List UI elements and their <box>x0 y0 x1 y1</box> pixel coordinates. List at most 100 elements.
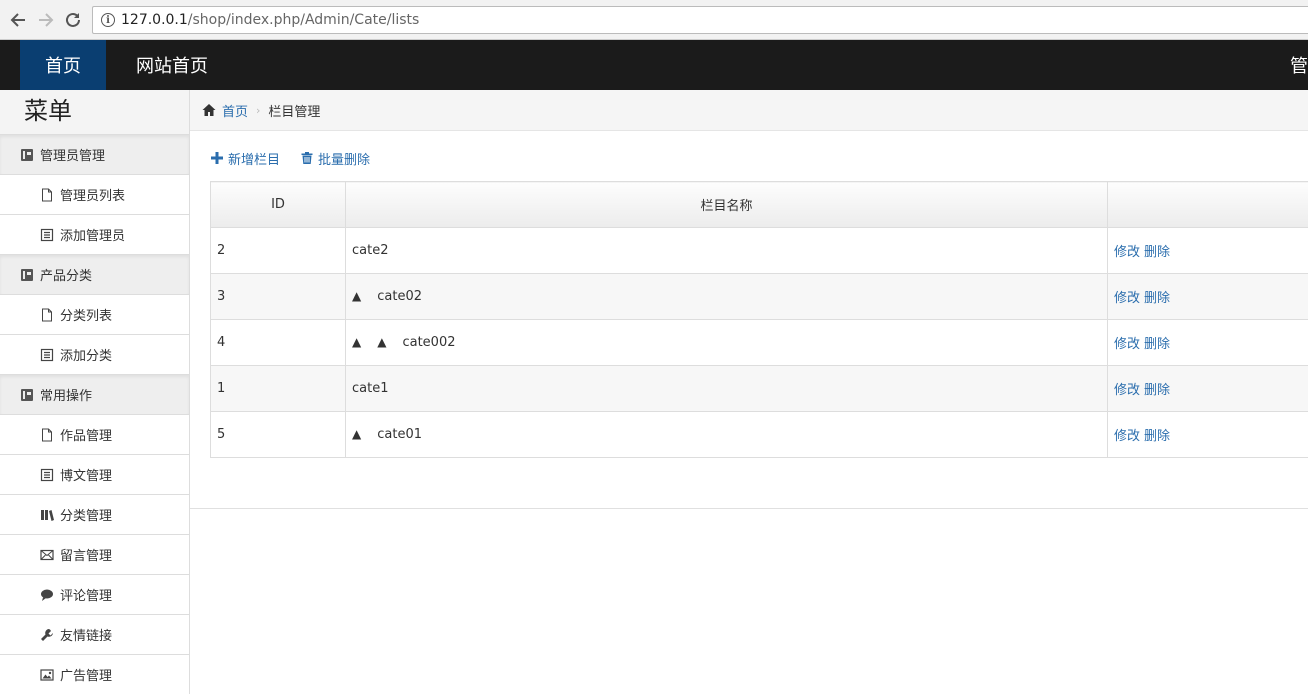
batch-delete-label: 批量删除 <box>318 152 371 168</box>
nav-admin[interactable]: 管 <box>1290 40 1308 90</box>
category-name: cate02 <box>377 289 422 304</box>
cell-ops: 修改 删除 <box>1107 319 1308 366</box>
sidebar-item[interactable]: 广告管理 <box>0 655 189 694</box>
category-name: cate01 <box>377 427 422 442</box>
level-marker: ▲ <box>352 289 362 303</box>
sidebar-item[interactable]: 评论管理 <box>0 575 189 615</box>
trash-icon <box>300 151 314 165</box>
delete-link[interactable]: 删除 <box>1144 245 1170 260</box>
sidebar-group-label: 常用操作 <box>40 389 93 404</box>
table-header-row: ID 栏目名称 <box>210 181 1308 228</box>
breadcrumb: 首页 › 栏目管理 <box>190 90 1308 131</box>
group-icon <box>20 268 34 282</box>
sidebar-item-label: 友情链接 <box>60 629 113 644</box>
category-name: cate1 <box>352 381 389 396</box>
file-icon <box>40 308 54 322</box>
sidebar-item-label: 博文管理 <box>60 469 113 484</box>
batch-delete-button[interactable]: 批量删除 <box>300 149 370 168</box>
list-icon <box>40 228 54 242</box>
cell-ops: 修改 删除 <box>1107 273 1308 320</box>
sidebar-item[interactable]: 添加管理员 <box>0 215 189 255</box>
top-nav: 首页 网站首页 管 <box>0 40 1308 90</box>
sidebar-item-label: 留言管理 <box>60 549 113 564</box>
table-row: 1 cate1 修改 删除 <box>210 365 1308 412</box>
group-icon <box>20 388 34 402</box>
category-table-wrapper: ID 栏目名称 2 cate2 修改 删除 3 ▲ cate02 修改 删除 4 ▲ ▲ cate002… <box>210 181 1308 458</box>
edit-link[interactable]: 修改 <box>1114 291 1140 306</box>
sidebar-item-label: 添加分类 <box>60 349 113 364</box>
wrench-icon <box>40 628 54 642</box>
delete-link[interactable]: 删除 <box>1144 383 1170 398</box>
sidebar-item[interactable]: 分类列表 <box>0 295 189 335</box>
sidebar-item[interactable]: 作品管理 <box>0 415 189 455</box>
edit-link[interactable]: 修改 <box>1114 429 1140 444</box>
url-host: 127.0.0.1 <box>121 12 188 28</box>
cell-ops: 修改 删除 <box>1107 227 1308 274</box>
sidebar-item[interactable]: 友情链接 <box>0 615 189 655</box>
picture-icon <box>40 668 54 682</box>
delete-link[interactable]: 删除 <box>1144 291 1170 306</box>
group-icon <box>20 148 34 162</box>
url-path: /shop/index.php/Admin/Cate/lists <box>187 12 420 28</box>
sidebar-group[interactable]: 常用操作 <box>0 375 189 415</box>
sidebar-item[interactable]: 留言管理 <box>0 535 189 575</box>
sidebar-item[interactable]: 博文管理 <box>0 455 189 495</box>
info-icon[interactable]: i <box>101 13 115 27</box>
delete-link[interactable]: 删除 <box>1144 337 1170 352</box>
sidebar-item-label: 广告管理 <box>60 669 113 684</box>
cell-id: 4 <box>210 319 346 366</box>
sidebar-item[interactable]: 分类管理 <box>0 495 189 535</box>
sidebar-group-label: 管理员管理 <box>40 149 106 164</box>
delete-link[interactable]: 删除 <box>1144 429 1170 444</box>
forward-icon[interactable] <box>34 8 58 32</box>
sidebar: 菜单 管理员管理管理员列表添加管理员产品分类分类列表添加分类常用操作作品管理博文… <box>0 90 190 694</box>
main-content: 首页 › 栏目管理 新增栏目 批量删除 ID 栏目名称 2 cate2 修改 删… <box>190 90 1308 694</box>
sidebar-item[interactable]: 添加分类 <box>0 335 189 375</box>
plus-icon <box>210 151 224 165</box>
file-icon <box>40 428 54 442</box>
sidebar-group[interactable]: 管理员管理 <box>0 135 189 175</box>
nav-home[interactable]: 首页 <box>20 40 106 90</box>
home-icon <box>202 103 216 117</box>
address-bar[interactable]: i 127.0.0.1/shop/index.php/Admin/Cate/li… <box>92 6 1308 34</box>
breadcrumb-separator: › <box>256 103 261 117</box>
toolbar: 新增栏目 批量删除 <box>210 148 390 168</box>
sidebar-item[interactable]: 管理员列表 <box>0 175 189 215</box>
level-marker: ▲ <box>377 335 387 349</box>
header-ops <box>1107 181 1308 228</box>
sidebar-group[interactable]: 产品分类 <box>0 255 189 295</box>
browser-toolbar: i 127.0.0.1/shop/index.php/Admin/Cate/li… <box>0 0 1308 40</box>
reload-icon[interactable] <box>61 8 85 32</box>
table-row: 4 ▲ ▲ cate002 修改 删除 <box>210 319 1308 366</box>
sidebar-group-label: 产品分类 <box>40 269 93 284</box>
table-row: 3 ▲ cate02 修改 删除 <box>210 273 1308 320</box>
nav-site-home[interactable]: 网站首页 <box>126 40 218 90</box>
cell-id: 1 <box>210 365 346 412</box>
sidebar-item-label: 分类管理 <box>60 509 113 524</box>
sidebar-item-label: 添加管理员 <box>60 229 126 244</box>
file-icon <box>40 188 54 202</box>
breadcrumb-home[interactable]: 首页 <box>222 101 248 120</box>
cell-name: ▲ cate01 <box>345 411 1108 458</box>
cell-name: cate1 <box>345 365 1108 412</box>
back-icon[interactable] <box>6 8 30 32</box>
edit-link[interactable]: 修改 <box>1114 337 1140 352</box>
sidebar-item-label: 作品管理 <box>60 429 113 444</box>
cell-name: ▲ ▲ cate002 <box>345 319 1108 366</box>
cell-ops: 修改 删除 <box>1107 411 1308 458</box>
category-name: cate002 <box>402 335 456 350</box>
edit-link[interactable]: 修改 <box>1114 245 1140 260</box>
cell-name: ▲ cate02 <box>345 273 1108 320</box>
add-category-button[interactable]: 新增栏目 <box>210 149 280 168</box>
cell-ops: 修改 删除 <box>1107 365 1308 412</box>
category-name: cate2 <box>352 243 389 258</box>
comment-icon <box>40 588 54 602</box>
cell-id: 3 <box>210 273 346 320</box>
table-row: 2 cate2 修改 删除 <box>210 227 1308 274</box>
header-id: ID <box>210 181 346 228</box>
level-marker: ▲ <box>352 427 362 441</box>
menu-title: 菜单 <box>0 90 189 135</box>
breadcrumb-current: 栏目管理 <box>268 104 321 120</box>
list-icon <box>40 468 54 482</box>
edit-link[interactable]: 修改 <box>1114 383 1140 398</box>
